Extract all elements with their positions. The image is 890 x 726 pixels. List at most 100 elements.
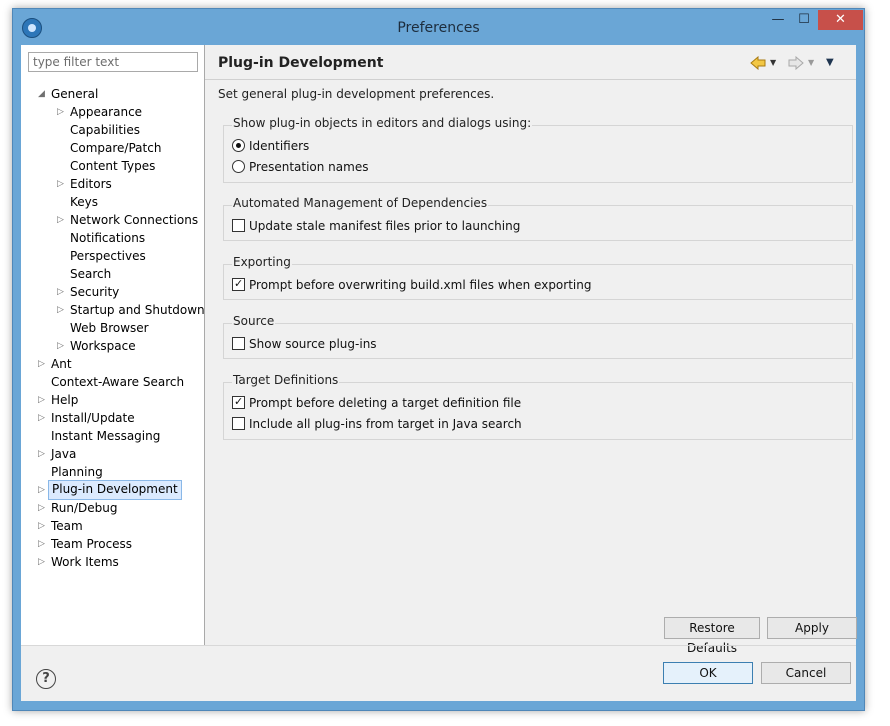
tree-item-appearance[interactable]: ▷ Appearance xyxy=(21,103,204,121)
tree-item-label: Network Connections xyxy=(70,213,199,227)
tree-item-label: Startup and Shutdown xyxy=(70,303,205,317)
checkbox-icon[interactable] xyxy=(232,219,245,232)
collapsed-twisty-icon[interactable]: ▷ xyxy=(38,409,48,427)
tree-item-label: Instant Messaging xyxy=(51,429,161,443)
page-description: Set general plug-in development preferen… xyxy=(218,87,495,101)
tree-item-label: Plug-in Development xyxy=(48,480,182,500)
tree-item-security[interactable]: ▷ Security xyxy=(21,283,204,301)
tree-item-work-items[interactable]: ▷ Work Items xyxy=(21,553,204,571)
collapsed-twisty-icon[interactable]: ▷ xyxy=(38,553,48,571)
tree-item-startup-and-shutdown[interactable]: ▷ Startup and Shutdown xyxy=(21,301,205,319)
back-dropdown-icon[interactable]: ▼ xyxy=(770,54,776,72)
radio-icon[interactable] xyxy=(232,160,245,173)
prompt-delete-target-checkbox[interactable]: Prompt before deleting a target definiti… xyxy=(232,394,521,411)
preference-tree-panel: ◢General▷AppearanceCapabilitiesCompare/P… xyxy=(21,45,205,645)
checkbox-icon[interactable] xyxy=(232,417,245,430)
tree-item-plug-in-development[interactable]: ▷ Plug-in Development xyxy=(21,480,204,500)
dialog-client-area: ◢General▷AppearanceCapabilitiesCompare/P… xyxy=(21,45,857,701)
collapsed-twisty-icon[interactable]: ▷ xyxy=(57,175,67,193)
presentation-names-radio[interactable]: Presentation names xyxy=(232,159,368,175)
tree-item-compare-patch[interactable]: Compare/Patch xyxy=(21,139,204,157)
checkbox-icon[interactable] xyxy=(232,337,245,350)
tree-item-label: Appearance xyxy=(70,105,143,119)
collapsed-twisty-icon[interactable]: ▷ xyxy=(38,535,48,553)
tree-item-run-debug[interactable]: ▷ Run/Debug xyxy=(21,499,204,517)
tree-item-java[interactable]: ▷ Java xyxy=(21,445,204,463)
group-title: Source xyxy=(232,314,276,328)
tree-item-label: Web Browser xyxy=(70,321,149,335)
tree-item-label: Java xyxy=(51,447,77,461)
expanded-twisty-icon[interactable]: ◢ xyxy=(38,85,48,103)
group-title: Show plug-in objects in editors and dial… xyxy=(232,116,533,130)
collapsed-twisty-icon[interactable]: ▷ xyxy=(38,517,48,535)
checkbox-icon[interactable] xyxy=(232,394,245,410)
tree-item-instant-messaging[interactable]: Instant Messaging xyxy=(21,427,204,445)
tree-item-label: Install/Update xyxy=(51,411,135,425)
tree-item-capabilities[interactable]: Capabilities xyxy=(21,121,204,139)
ok-button[interactable]: OK xyxy=(663,662,753,684)
collapsed-twisty-icon[interactable]: ▷ xyxy=(57,211,67,229)
apply-button[interactable]: Apply xyxy=(767,617,857,639)
tree-item-label: Capabilities xyxy=(70,123,140,137)
tree-item-label: Workspace xyxy=(70,339,136,353)
page-navigation-toolbar: ▼ ▼ ▼ xyxy=(750,54,850,72)
collapsed-twisty-icon[interactable]: ▷ xyxy=(38,499,48,517)
collapsed-twisty-icon[interactable]: ▷ xyxy=(38,391,48,409)
exporting-group: Exporting Prompt before overwriting buil… xyxy=(223,255,853,300)
back-arrow-icon[interactable] xyxy=(750,56,766,70)
tree-item-workspace[interactable]: ▷ Workspace xyxy=(21,337,204,355)
collapsed-twisty-icon[interactable]: ▷ xyxy=(57,103,67,121)
tree-item-label: Team xyxy=(51,519,83,533)
forward-arrow-icon[interactable] xyxy=(788,56,804,70)
tree-item-notifications[interactable]: Notifications xyxy=(21,229,204,247)
view-menu-icon[interactable]: ▼ xyxy=(826,54,834,72)
tree-item-perspectives[interactable]: Perspectives xyxy=(21,247,204,265)
collapsed-twisty-icon[interactable]: ▷ xyxy=(57,337,67,355)
checkbox-icon[interactable] xyxy=(232,276,245,292)
tree-item-web-browser[interactable]: Web Browser xyxy=(21,319,204,337)
tree-item-install-update[interactable]: ▷ Install/Update xyxy=(21,409,204,427)
collapsed-twisty-icon[interactable]: ▷ xyxy=(57,283,67,301)
identifiers-radio[interactable]: Identifiers xyxy=(232,138,309,154)
tree-item-label: Help xyxy=(51,393,79,407)
tree-item-general[interactable]: ◢ General xyxy=(21,85,204,103)
filter-input[interactable] xyxy=(28,52,198,72)
tree-item-label: Perspectives xyxy=(70,249,146,263)
preferences-window: Preferences — ☐ ✕ ◢General▷AppearanceCap… xyxy=(12,8,865,711)
cancel-button[interactable]: Cancel xyxy=(761,662,851,684)
tree-item-planning[interactable]: Planning xyxy=(21,463,204,481)
tree-item-content-types[interactable]: Content Types xyxy=(21,157,204,175)
tree-item-label: General xyxy=(51,87,99,101)
tree-item-label: Content Types xyxy=(70,159,156,173)
help-icon[interactable]: ? xyxy=(36,669,56,689)
tree-item-label: Keys xyxy=(70,195,99,209)
update-stale-manifest-checkbox[interactable]: Update stale manifest files prior to lau… xyxy=(232,218,520,234)
radio-icon[interactable] xyxy=(232,139,245,152)
tree-item-keys[interactable]: Keys xyxy=(21,193,204,211)
tree-item-context-aware-search[interactable]: Context-Aware Search xyxy=(21,373,204,391)
forward-dropdown-icon[interactable]: ▼ xyxy=(808,54,814,72)
tree-item-label: Ant xyxy=(51,357,72,371)
tree-item-editors[interactable]: ▷ Editors xyxy=(21,175,204,193)
show-source-checkbox[interactable]: Show source plug-ins xyxy=(232,336,377,352)
restore-defaults-button[interactable]: Restore Defaults xyxy=(664,617,760,655)
collapsed-twisty-icon[interactable]: ▷ xyxy=(38,355,48,373)
collapsed-twisty-icon[interactable]: ▷ xyxy=(38,481,48,499)
prompt-overwrite-checkbox[interactable]: Prompt before overwriting build.xml file… xyxy=(232,276,591,293)
include-all-plugins-checkbox[interactable]: Include all plug-ins from target in Java… xyxy=(232,416,522,432)
tree-item-help[interactable]: ▷ Help xyxy=(21,391,204,409)
tree-item-team-process[interactable]: ▷ Team Process xyxy=(21,535,204,553)
tree-item-ant[interactable]: ▷ Ant xyxy=(21,355,204,373)
maximize-button[interactable]: ☐ xyxy=(793,10,815,30)
tree-item-team[interactable]: ▷ Team xyxy=(21,517,204,535)
tree-item-network-connections[interactable]: ▷ Network Connections xyxy=(21,211,204,229)
title-bar[interactable]: Preferences — ☐ ✕ xyxy=(13,9,864,45)
close-button[interactable]: ✕ xyxy=(818,10,863,30)
collapsed-twisty-icon[interactable]: ▷ xyxy=(38,445,48,463)
collapsed-twisty-icon[interactable]: ▷ xyxy=(57,301,67,319)
tree-item-label: Security xyxy=(70,285,120,299)
minimize-button[interactable]: — xyxy=(767,10,789,30)
group-title: Target Definitions xyxy=(232,373,340,387)
show-objects-group: Show plug-in objects in editors and dial… xyxy=(223,116,853,183)
tree-item-search[interactable]: Search xyxy=(21,265,204,283)
